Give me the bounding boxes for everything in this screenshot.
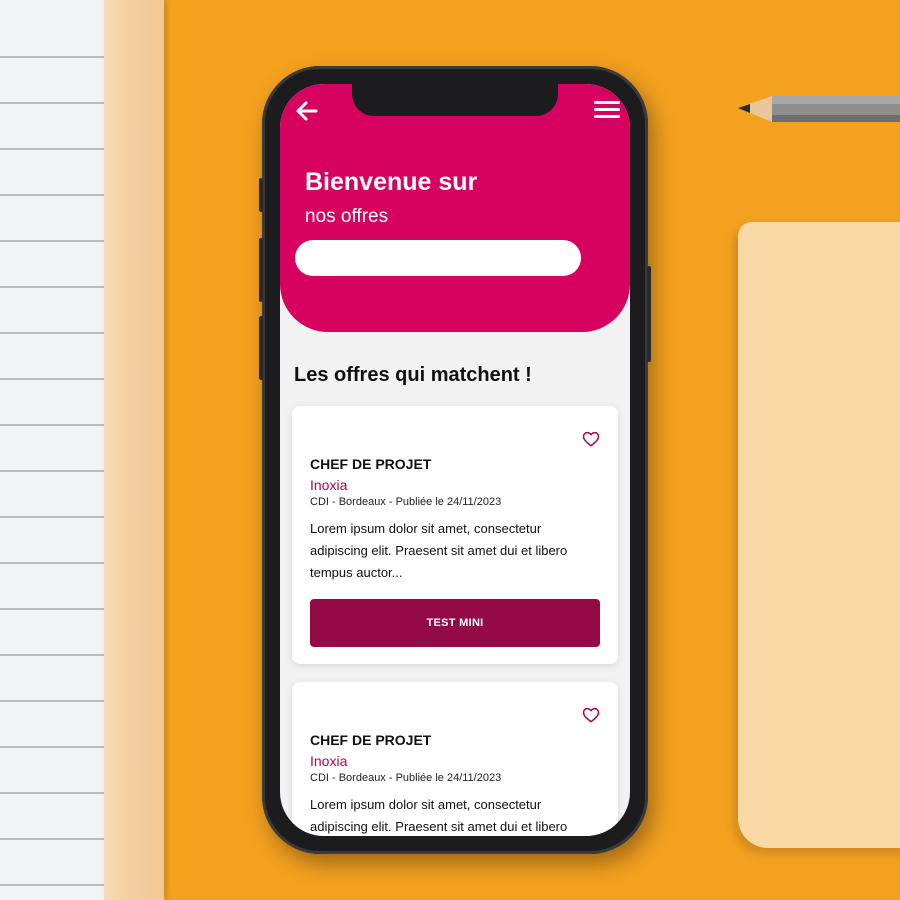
notebook-paper — [0, 0, 104, 900]
back-button[interactable] — [294, 96, 324, 126]
job-description: Lorem ipsum dolor sit amet, consectetur … — [310, 797, 568, 834]
page-subtitle: nos offres — [305, 206, 389, 227]
job-title: CHEF DE PROJET — [310, 456, 432, 472]
header-banner: Bienvenue sur nos offres — [280, 84, 630, 332]
job-offer-card[interactable]: CHEF DE PROJET Inoxia CDI - Bordeaux - P… — [292, 682, 618, 836]
phone-volume-down — [259, 316, 263, 380]
favorite-button[interactable] — [582, 706, 600, 724]
phone-mockup: Bienvenue sur nos offres Les offres qui … — [259, 66, 651, 854]
phone-notch — [352, 84, 558, 116]
pencil — [738, 88, 900, 132]
job-title: CHEF DE PROJET — [310, 732, 432, 748]
sticky-note-pad — [738, 222, 900, 848]
wooden-board — [104, 0, 164, 900]
job-description: Lorem ipsum dolor sit amet, consectetur … — [310, 521, 568, 580]
menu-button[interactable] — [594, 98, 620, 122]
arrow-left-icon — [296, 101, 318, 121]
section-title: Les offres qui matchent ! — [294, 364, 532, 386]
page-title: Bienvenue sur — [305, 168, 478, 196]
heart-outline-icon — [582, 431, 600, 447]
phone-volume-up — [259, 238, 263, 302]
job-meta: CDI - Bordeaux - Publiée le 24/11/2023 — [310, 772, 502, 784]
phone-power-button — [647, 266, 651, 362]
heart-outline-icon — [582, 707, 600, 723]
favorite-button[interactable] — [582, 430, 600, 448]
job-meta: CDI - Bordeaux - Publiée le 24/11/2023 — [310, 496, 502, 508]
test-mini-button[interactable]: TEST MINI — [310, 599, 600, 647]
job-offer-card[interactable]: CHEF DE PROJET Inoxia CDI - Bordeaux - P… — [292, 406, 618, 664]
company-name[interactable]: Inoxia — [310, 753, 347, 769]
phone-screen: Bienvenue sur nos offres Les offres qui … — [280, 84, 630, 836]
hamburger-menu-icon — [594, 101, 620, 118]
search-input[interactable] — [295, 240, 581, 276]
company-name[interactable]: Inoxia — [310, 477, 347, 493]
phone-mute-switch — [259, 178, 263, 212]
